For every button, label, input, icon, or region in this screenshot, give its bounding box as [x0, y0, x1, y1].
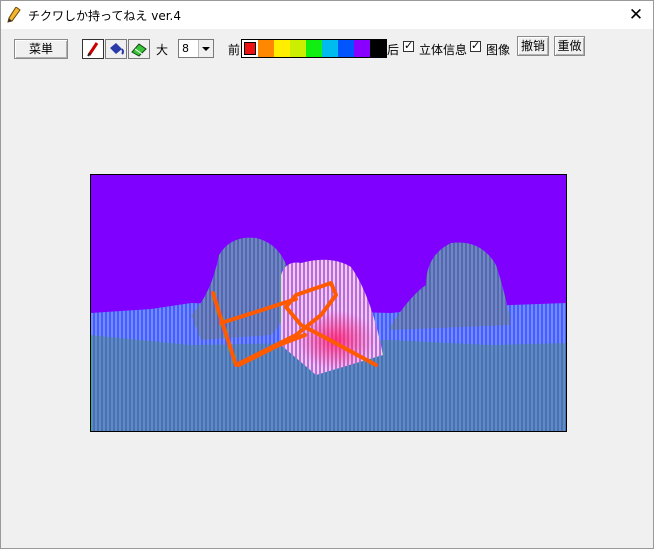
redo-button[interactable]: 重做 — [554, 36, 585, 56]
color-swatch[interactable] — [338, 40, 354, 57]
color-swatch[interactable] — [274, 40, 290, 57]
color-swatch[interactable] — [306, 40, 322, 57]
bucket-icon — [110, 43, 124, 55]
size-label: 大 — [156, 43, 169, 57]
eraser-tool-button[interactable] — [128, 39, 150, 59]
pencil-icon — [7, 7, 21, 23]
image-label: 图像 — [486, 43, 511, 57]
undo-button[interactable]: 撤销 — [517, 36, 549, 56]
bucket-tool-button[interactable] — [105, 39, 127, 59]
title-bar: チクワしか持ってねえ ver.4 ✕ — [1, 1, 653, 29]
glow-spot — [296, 310, 376, 370]
color-swatch[interactable] — [370, 40, 386, 57]
eraser-icon — [131, 43, 147, 57]
menu-button[interactable]: 菜単 — [14, 39, 68, 59]
color-swatch[interactable] — [322, 40, 338, 57]
color-swatch[interactable] — [354, 40, 370, 57]
back-label: 后 — [387, 43, 400, 57]
size-value: 8 — [182, 42, 189, 55]
close-button[interactable]: ✕ — [625, 4, 647, 26]
chevron-down-icon[interactable] — [198, 40, 213, 57]
stereo-label: 立体信息 — [419, 43, 468, 57]
size-select[interactable]: 8 — [178, 39, 214, 58]
app-window: チクワしか持ってねえ ver.4 ✕ 菜単 大 8 前 后 立体信息 图像 撤销… — [0, 0, 654, 549]
color-swatch[interactable] — [258, 40, 274, 57]
pencil-icon — [87, 42, 99, 57]
stereo-checkbox[interactable] — [403, 39, 414, 52]
front-label: 前 — [228, 43, 241, 57]
stereogram-image — [91, 175, 566, 431]
window-title: チクワしか持ってねえ ver.4 — [28, 9, 181, 23]
color-swatch[interactable] — [290, 40, 306, 57]
color-swatch[interactable] — [242, 40, 258, 57]
color-palette — [241, 39, 387, 58]
image-checkbox[interactable] — [470, 39, 481, 52]
pencil-tool-button[interactable] — [82, 39, 104, 59]
drawing-canvas[interactable] — [90, 174, 567, 432]
